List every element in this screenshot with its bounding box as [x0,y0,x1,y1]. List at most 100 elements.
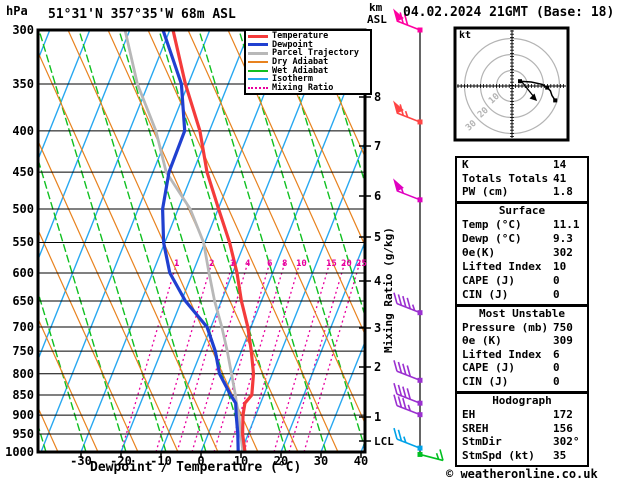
panel-row-label: Lifted Index [462,347,542,361]
panel-row-label: SREH [462,421,489,435]
km-tick-label: 5 [374,230,382,244]
panel-row-value: 172 [553,407,573,421]
panel-row-value: 11.1 [553,218,580,231]
barb-full [439,449,444,461]
km-tick-label: 1 [374,410,382,424]
wet-adiabat-line [39,31,167,451]
panel-row-value: 309 [553,334,573,347]
panel-row-value: 156 [553,421,573,435]
panel-row: CIN (J) 0 [457,288,587,302]
panel-row-value: 750 [553,320,573,334]
skewt-sounding-app: hPa 51°31'N 357°35'W 68m ASL km ASL 04.0… [0,0,629,486]
panel-row: K 14 [457,158,587,172]
panel-row-value: 14 [553,158,567,171]
panel-row: CAPE (J) 0 [457,274,587,288]
mixing-ratio-value-label: 25 [356,259,367,269]
panel-row-value: 35 [553,449,567,463]
barb-staff [396,20,421,31]
barb-level-dot [417,27,423,33]
panel-row-label: θe (K) [462,334,502,347]
hodograph-trace-dot [553,98,558,103]
barb-level-dot [417,451,423,457]
barb-level-dot [417,119,423,125]
datetime-label: 04.02.2024 21GMT (Base: 18) [403,5,615,20]
pressure-tick-label: 600 [12,266,34,280]
panel-row-label: Lifted Index [462,260,542,273]
panel-row-label: Totals Totals [462,171,549,185]
panel-row-value: 6 [553,347,560,361]
temp-tick-label: -20 [110,454,132,468]
km-tick-label: 2 [374,360,382,374]
panel-row: CAPE (J) 0 [457,361,587,375]
km-tick-label: 3 [374,321,382,335]
temp-tick-label: 10 [233,454,249,468]
pressure-tick-label: 450 [12,165,34,179]
lcl-label: LCL [374,435,394,448]
panel-row-label: CIN (J) [462,288,509,301]
mixing-ratio-value-label: 3 [230,259,236,269]
barb-level-dot [417,377,423,383]
panel-row-value: 302° [553,435,580,449]
panel-row: Temp (°C) 11.1 [457,218,587,232]
surface-panel: Surface Temp (°C) 11.1 Dewp (°C) 9.3 θe(K) 302… [455,202,589,306]
panel-row: Lifted Index 10 [457,260,587,274]
page-title: 51°31'N 357°35'W 68m ASL [48,7,236,22]
barb-full [393,382,398,395]
panel-row-value: 10 [553,260,567,273]
barb-level-dot [417,197,423,203]
panel-section-title: Hodograph [492,394,552,407]
panel-row: Dewp (°C) 9.3 [457,232,587,246]
chart-legend: Temperature Dewpoint Parcel Trajectory Dry … [244,29,372,96]
pressure-tick-label: 750 [12,344,34,358]
pressure-tick-label: 700 [12,320,34,334]
pressure-tick-label: 1000 [5,445,34,459]
panel-row-label: Pressure (mb) [462,320,549,334]
panel-row: θe(K) 302 [457,246,587,260]
mixing-ratio-axis-label: Mixing Ratio (g/kg) [382,227,395,353]
wind-barb [393,427,423,451]
asl-axis-unit: ASL [367,13,387,26]
panel-row-label: PW (cm) [462,185,509,198]
panel-row: Lifted Index 6 [457,348,587,362]
barb-staff [396,112,421,123]
pressure-tick-label: 550 [12,235,34,249]
panel-row-value: 0 [553,361,560,374]
wind-barb [393,292,423,316]
pressure-tick-label: 950 [12,427,34,441]
temp-tick-label: -30 [70,454,92,468]
panel-row-label: StmDir [462,435,502,449]
indices-panel: K 14 Totals Totals 41 PW (cm) 1.8 [455,156,589,203]
copyright-label: © weatheronline.co.uk [446,467,598,481]
pressure-unit-label: hPa [6,4,28,18]
hodograph-unit-label: kt [459,30,472,41]
barb-level-dot [417,445,423,451]
barb-level-dot [417,310,423,316]
mixing-ratio-value-label: 4 [245,259,251,269]
legend-line-sample [248,69,268,72]
most-unstable-panel: Most Unstable Pressure (mb) 750 θe (K) 309 Li… [455,305,589,393]
barb-full [393,394,398,406]
hodograph-panel: Hodograph EH 172 SREH 156 StmDir 302° StmSpd (k… [455,392,589,467]
mixing-ratio-value-label: 2 [209,259,215,269]
panel-row: StmDir 302° [457,435,587,449]
panel-row-label: K [462,158,469,171]
panel-row: SREH 156 [457,422,587,436]
temp-tick-label: -10 [150,454,172,468]
panel-row: EH 172 [457,408,587,422]
legend-line-sample [248,61,268,64]
km-tick-label: 8 [374,90,382,104]
barb-level-dot [417,412,423,418]
km-tick-label: 6 [374,189,382,203]
km-tick-label: 4 [374,274,382,288]
legend-line-sample [248,51,268,55]
barb-staff [396,190,421,201]
pressure-tick-label: 300 [12,23,34,37]
wind-barb [393,360,423,383]
mixing-ratio-value-label: 10 [296,259,307,269]
pressure-tick-label: 650 [12,294,34,308]
pressure-tick-label: 400 [12,124,34,138]
pressure-tick-label: 850 [12,388,34,402]
legend-line-sample [248,34,268,38]
barb-level-dot [417,400,423,406]
temp-tick-label: 40 [353,454,369,468]
